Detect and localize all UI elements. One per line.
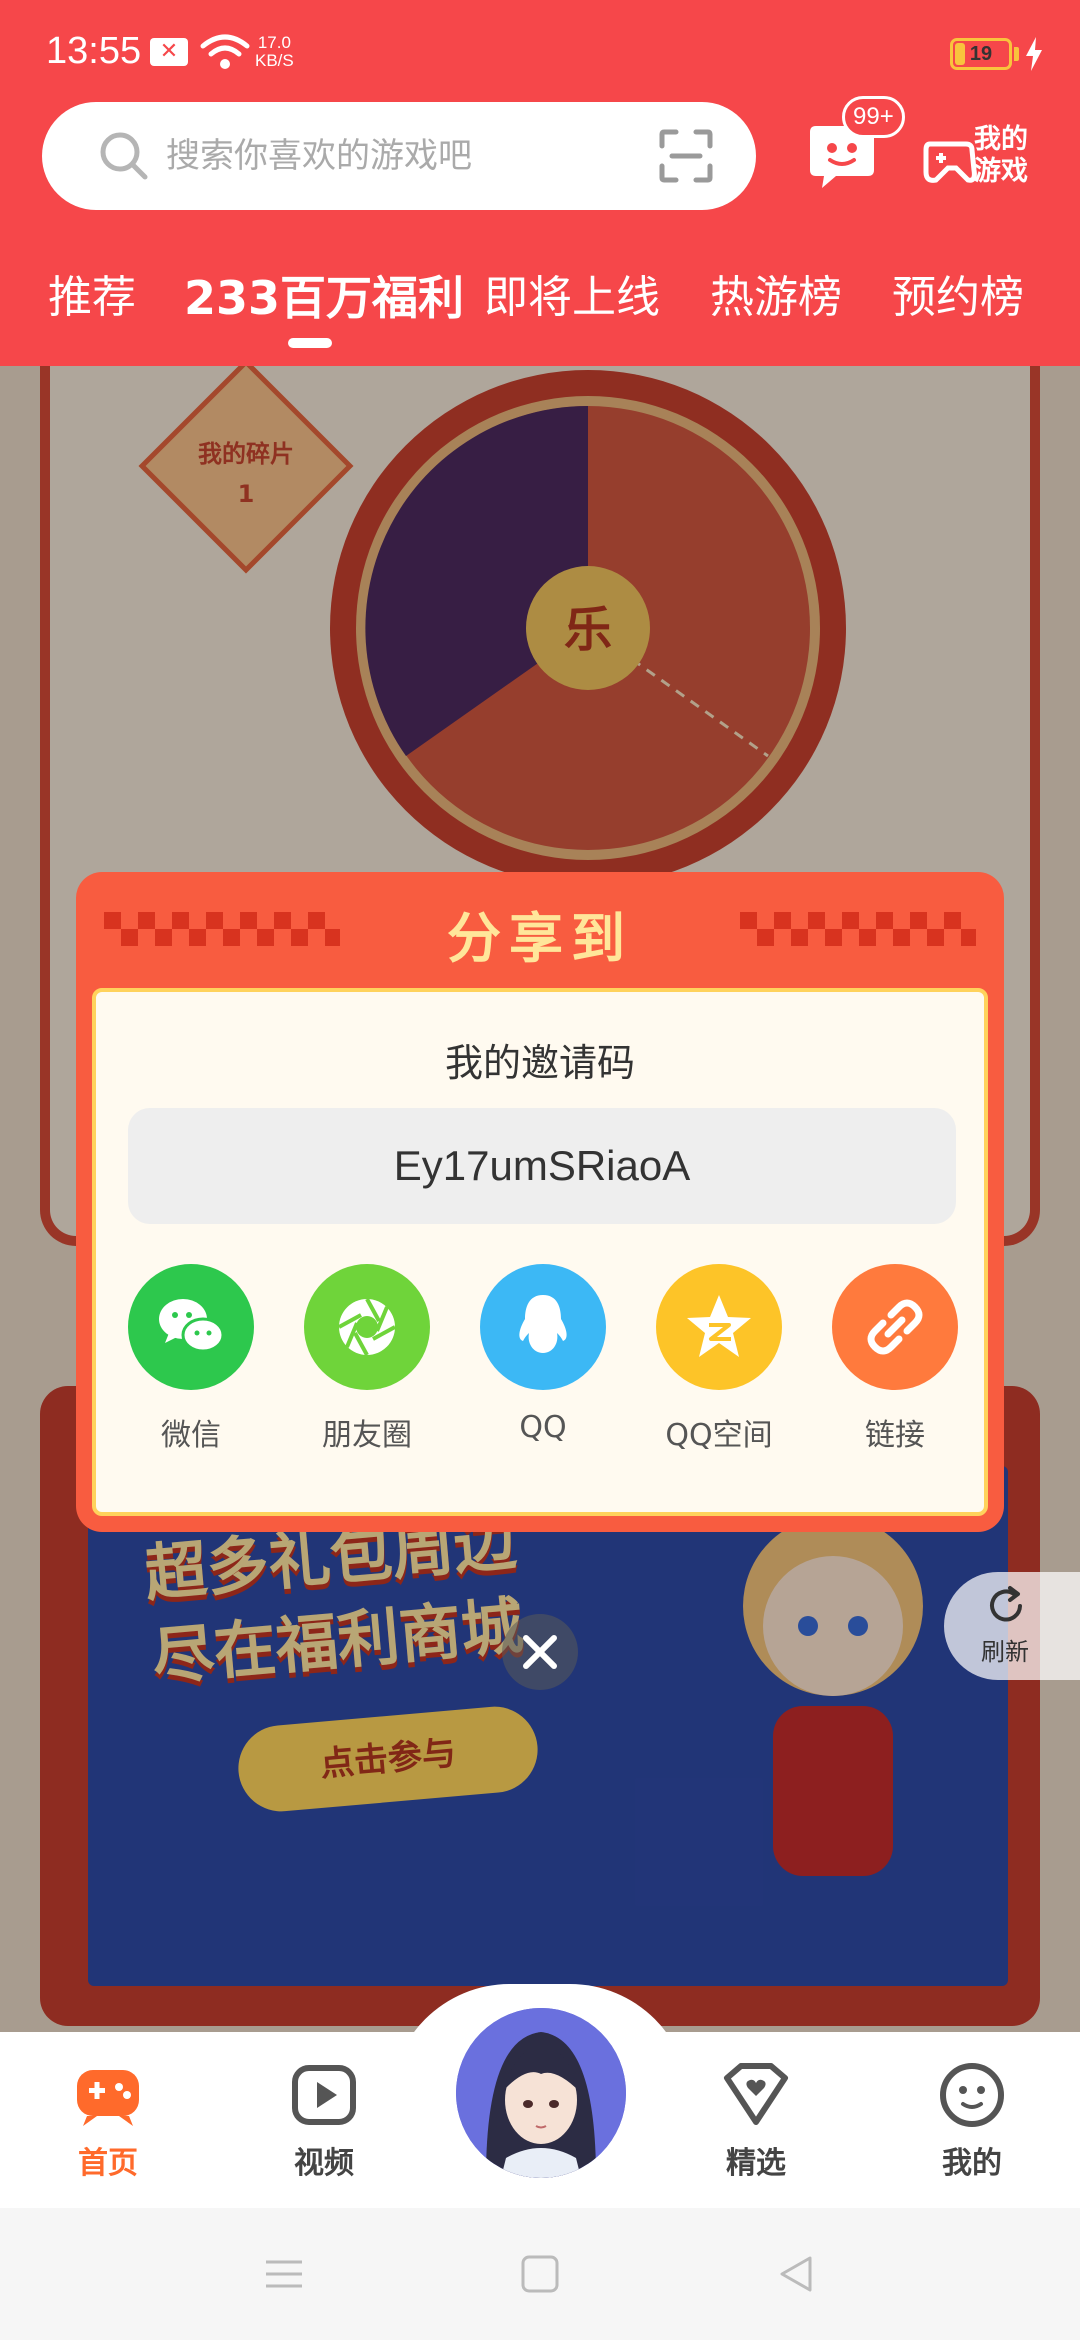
video-icon bbox=[292, 2065, 356, 2125]
battery-tip bbox=[1014, 47, 1019, 61]
nav-featured-label: 精选 bbox=[726, 2146, 786, 2181]
invite-code-field[interactable]: Ey17umSRiaoA bbox=[128, 1108, 956, 1224]
search-icon bbox=[100, 132, 148, 180]
nav-mine-label: 我的 bbox=[942, 2146, 1002, 2181]
wechat-icon bbox=[159, 1299, 225, 1353]
nav-video-label: 视频 bbox=[294, 2146, 354, 2181]
avatar-character-image bbox=[456, 2008, 626, 2178]
battery-icon: 19 bbox=[950, 38, 1012, 70]
notification-app-icon: ✕ bbox=[150, 38, 188, 66]
battery-level: 19 bbox=[969, 43, 993, 65]
share-qq-circle bbox=[480, 1264, 606, 1390]
gamepad-icon bbox=[77, 2070, 139, 2126]
share-qzone-button[interactable]: QQ空间 bbox=[644, 1264, 794, 1464]
refresh-button[interactable]: 刷新 bbox=[944, 1572, 1080, 1680]
share-link-button[interactable]: 链接 bbox=[820, 1264, 970, 1464]
tab-recommend[interactable]: 推荐 bbox=[48, 268, 136, 328]
message-badge: 99+ bbox=[842, 96, 905, 138]
controller-icon bbox=[923, 141, 977, 183]
my-games-button[interactable]: 我的游戏 bbox=[922, 118, 1042, 198]
nav-home[interactable]: 首页 bbox=[38, 2060, 178, 2190]
back-icon[interactable] bbox=[774, 2252, 818, 2296]
network-speed-value: 17.0 bbox=[257, 33, 291, 52]
search-bar[interactable] bbox=[42, 102, 756, 210]
invite-code-label: 我的邀请码 bbox=[444, 1041, 635, 1085]
status-bar: 13:55 ✕ 17.0 KB/S 19 bbox=[0, 0, 1080, 100]
top-header: 13:55 ✕ 17.0 KB/S 19 搜索你喜欢的游戏吧 99+ 我的游戏 … bbox=[0, 0, 1080, 366]
avatar[interactable] bbox=[456, 2008, 626, 2178]
menu-icon[interactable] bbox=[262, 2252, 306, 2296]
share-qq-button[interactable]: QQ bbox=[468, 1264, 618, 1464]
share-moments-button[interactable]: 朋友圈 bbox=[292, 1264, 442, 1464]
share-qzone-label: QQ空间 bbox=[665, 1418, 773, 1453]
share-wechat-circle bbox=[128, 1264, 254, 1390]
share-moments-circle bbox=[304, 1264, 430, 1390]
active-tab-indicator bbox=[288, 338, 332, 348]
tab-coming-soon[interactable]: 即将上线 bbox=[484, 268, 660, 328]
tab-reservation-rank[interactable]: 预约榜 bbox=[892, 268, 1024, 328]
search-input[interactable] bbox=[166, 102, 666, 210]
wifi-icon bbox=[200, 34, 250, 69]
category-tabs: 推荐 233百万福利 即将上线 热游榜 预约榜 bbox=[0, 262, 1080, 342]
nav-home-label: 首页 bbox=[78, 2146, 138, 2181]
close-icon bbox=[523, 1635, 557, 1669]
heart-badge-icon bbox=[724, 2063, 788, 2125]
system-navigation-bar bbox=[0, 2208, 1080, 2340]
nav-featured[interactable]: 精选 bbox=[686, 2060, 826, 2190]
refresh-icon bbox=[990, 1586, 1022, 1622]
tab-233-welfare[interactable]: 233百万福利 bbox=[184, 268, 464, 328]
qzone-icon bbox=[687, 1295, 751, 1357]
moments-icon bbox=[338, 1298, 396, 1356]
share-wechat-button[interactable]: 微信 bbox=[116, 1264, 266, 1464]
charging-bolt-icon bbox=[1026, 37, 1042, 71]
share-qzone-circle bbox=[656, 1264, 782, 1390]
tab-hot-games[interactable]: 热游榜 bbox=[710, 268, 842, 328]
network-speed: 17.0 KB/S bbox=[255, 34, 294, 70]
share-wechat-label: 微信 bbox=[161, 1418, 221, 1453]
dialog-title: 分享到 bbox=[447, 907, 633, 970]
face-icon bbox=[940, 2063, 1004, 2127]
status-time: 13:55 bbox=[46, 30, 142, 72]
qq-icon bbox=[519, 1295, 567, 1353]
nav-mine[interactable]: 我的 bbox=[902, 2060, 1042, 2190]
share-qq-label: QQ bbox=[519, 1410, 567, 1445]
share-dialog: 分享到 我的邀请码 Ey17umSRiaoA 微信 朋友圈 QQ QQ空间 链接 bbox=[76, 872, 1004, 1532]
nav-video[interactable]: 视频 bbox=[254, 2060, 394, 2190]
share-dialog-body: 我的邀请码 Ey17umSRiaoA 微信 朋友圈 QQ QQ空间 链接 bbox=[92, 988, 988, 1516]
share-moments-label: 朋友圈 bbox=[322, 1418, 412, 1453]
my-games-label: 我的游戏 bbox=[974, 124, 1028, 187]
home-icon[interactable] bbox=[518, 2252, 562, 2296]
refresh-label: 刷新 bbox=[981, 1638, 1029, 1666]
share-link-circle bbox=[832, 1264, 958, 1390]
network-speed-unit: KB/S bbox=[255, 51, 294, 70]
close-dialog-button[interactable] bbox=[502, 1614, 578, 1690]
link-icon bbox=[867, 1299, 923, 1355]
share-link-label: 链接 bbox=[865, 1418, 925, 1453]
scan-icon[interactable] bbox=[658, 128, 714, 184]
